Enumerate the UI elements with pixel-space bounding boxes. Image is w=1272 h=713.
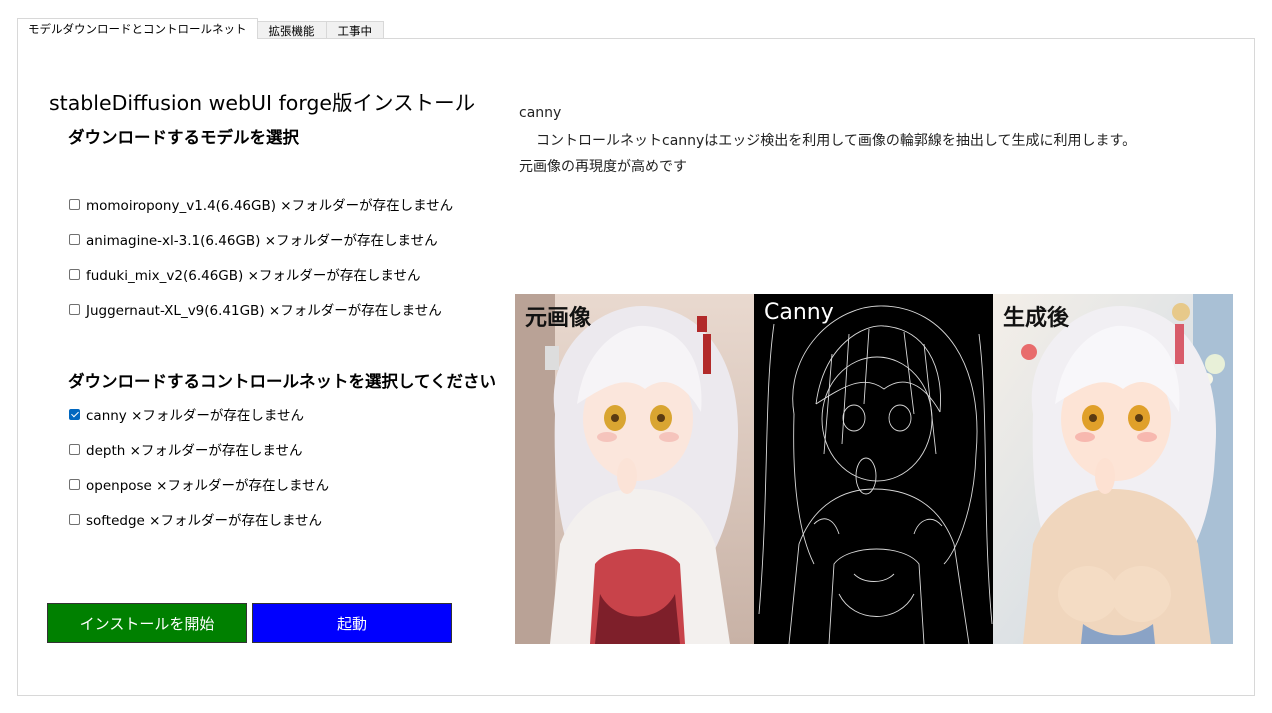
canny-edge-illustration — [754, 294, 994, 644]
controlnet-option-label: softedge ×フォルダーが存在しません — [86, 513, 323, 529]
preview-canny-image: Canny — [754, 294, 994, 644]
canny-image-label: Canny — [764, 300, 834, 325]
model-option-label: animagine-xl-3.1(6.46GB) ×フォルダーが存在しません — [86, 233, 438, 249]
controlnet-option-label: depth ×フォルダーが存在しません — [86, 443, 303, 459]
controlnet-description-heading: canny — [519, 105, 562, 121]
controlnet-checkbox-softedge[interactable] — [69, 513, 80, 525]
install-button[interactable]: インストールを開始 — [47, 603, 247, 643]
model-option-juggernaut[interactable]: Juggernaut-XL_v9(6.41GB) ×フォルダーが存在しません — [69, 299, 442, 319]
controlnet-description-line2: 元画像の再現度が高めです — [519, 159, 687, 175]
preview-generated-image: 生成後 — [993, 294, 1233, 644]
model-option-label: Juggernaut-XL_v9(6.41GB) ×フォルダーが存在しません — [86, 303, 442, 319]
tab-bar: モデルダウンロードとコントロールネット 拡張機能 工事中 — [17, 18, 384, 39]
model-option-label: momoiropony_v1.4(6.46GB) ×フォルダーが存在しません — [86, 198, 454, 214]
model-checkbox-juggernaut[interactable] — [69, 303, 80, 315]
tab-extensions[interactable]: 拡張機能 — [256, 21, 327, 39]
page-title: stableDiffusion webUI forge版インストール — [49, 91, 476, 115]
preview-original-image: 元画像 — [515, 294, 755, 644]
controlnet-option-label: canny ×フォルダーが存在しません — [86, 408, 304, 424]
controlnet-checkbox-depth[interactable] — [69, 443, 80, 455]
generated-image-label: 生成後 — [1003, 306, 1070, 331]
controlnet-description-line1: コントロールネットcannyはエッジ検出を利用して画像の輪郭線を抽出して生成に利… — [536, 133, 1137, 149]
model-option-label: fuduki_mix_v2(6.46GB) ×フォルダーが存在しません — [86, 268, 421, 284]
controlnet-checkbox-openpose[interactable] — [69, 478, 80, 490]
model-checkbox-fuduki[interactable] — [69, 268, 80, 280]
model-checkbox-animagine[interactable] — [69, 233, 80, 245]
tab-under-construction[interactable]: 工事中 — [325, 21, 384, 39]
controlnet-option-softedge[interactable]: softedge ×フォルダーが存在しません — [69, 509, 322, 529]
model-section-heading: ダウンロードするモデルを選択 — [68, 128, 299, 147]
model-checkbox-momoiropony[interactable] — [69, 198, 80, 210]
model-option-fuduki[interactable]: fuduki_mix_v2(6.46GB) ×フォルダーが存在しません — [69, 264, 420, 284]
original-illustration — [515, 294, 755, 644]
tab-model-download[interactable]: モデルダウンロードとコントロールネット — [17, 18, 258, 39]
model-option-animagine[interactable]: animagine-xl-3.1(6.46GB) ×フォルダーが存在しません — [69, 229, 438, 249]
controlnet-option-canny[interactable]: canny ×フォルダーが存在しません — [69, 404, 304, 424]
controlnet-option-openpose[interactable]: openpose ×フォルダーが存在しません — [69, 474, 329, 494]
controlnet-option-depth[interactable]: depth ×フォルダーが存在しません — [69, 439, 303, 459]
model-option-momoiropony[interactable]: momoiropony_v1.4(6.46GB) ×フォルダーが存在しません — [69, 194, 453, 214]
launch-button[interactable]: 起動 — [252, 603, 452, 643]
controlnet-checkbox-canny[interactable] — [69, 408, 80, 420]
generated-illustration — [993, 294, 1233, 644]
controlnet-option-label: openpose ×フォルダーが存在しません — [86, 478, 330, 494]
controlnet-section-heading: ダウンロードするコントロールネットを選択してください — [68, 372, 497, 391]
original-image-label: 元画像 — [525, 306, 592, 331]
